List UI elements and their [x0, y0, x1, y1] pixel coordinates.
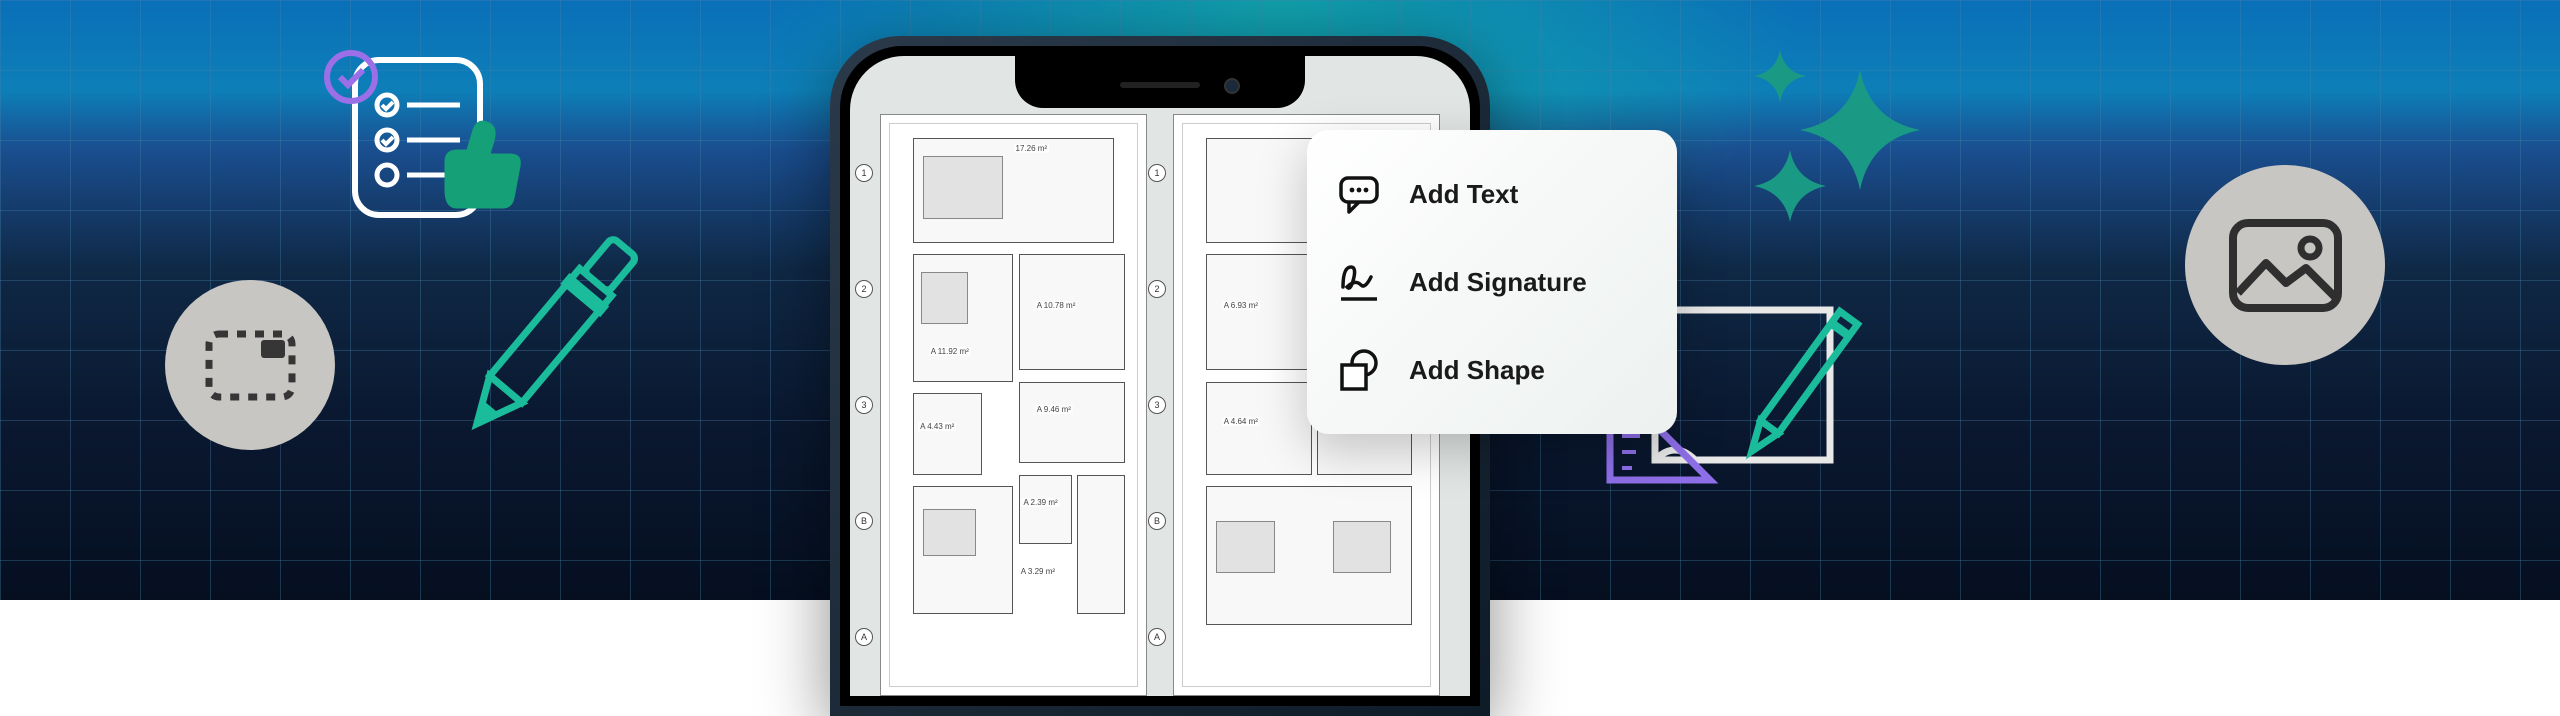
menu-item-add-signature[interactable]: Add Signature — [1335, 238, 1649, 326]
image-badge — [2185, 165, 2385, 365]
comment-icon — [1335, 170, 1383, 218]
sparkle-icon — [1720, 30, 1950, 265]
menu-item-add-shape[interactable]: Add Shape — [1335, 326, 1649, 414]
context-menu: Add Text Add Signature Add Shape — [1307, 130, 1677, 434]
dashed-rect-icon — [203, 328, 298, 403]
image-icon — [2228, 218, 2343, 313]
menu-label: Add Shape — [1409, 355, 1545, 386]
signature-icon — [1335, 258, 1383, 306]
phone-notch — [1015, 56, 1305, 108]
dashed-rect-badge — [165, 280, 335, 450]
menu-label: Add Signature — [1409, 267, 1587, 298]
menu-item-add-text[interactable]: Add Text — [1335, 150, 1649, 238]
floor-plan-left: 123BA 17.26 m² A 10.78 m² A 11.92 m² A 9… — [880, 114, 1147, 696]
menu-label: Add Text — [1409, 179, 1518, 210]
pen-icon — [440, 200, 660, 475]
shape-icon — [1335, 346, 1383, 394]
